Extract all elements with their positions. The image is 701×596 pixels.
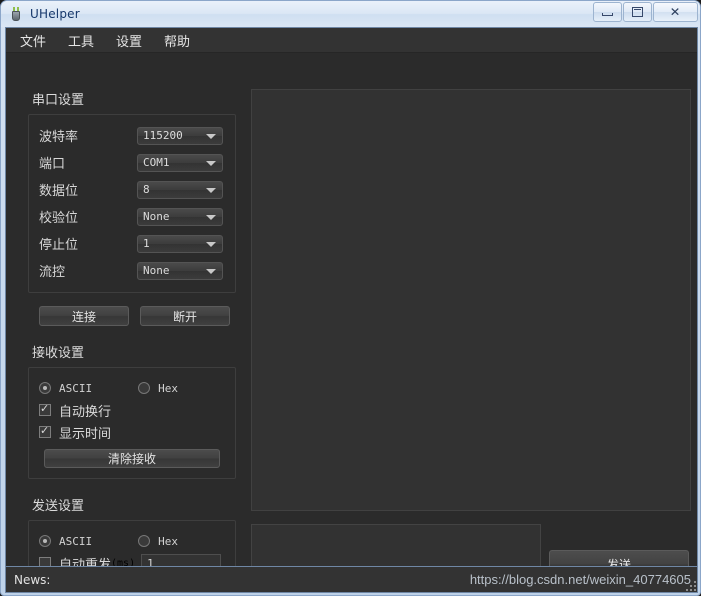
chevron-down-icon	[206, 268, 216, 274]
auto-wrap-label: 自动换行	[59, 404, 112, 420]
port-row: 端口 COM1	[39, 151, 225, 174]
serial-settings-title: 串口设置	[32, 93, 85, 108]
show-time-row: 显示时间	[39, 421, 225, 443]
databits-label: 数据位	[39, 184, 79, 199]
auto-resend-checkbox[interactable]	[39, 557, 51, 566]
auto-wrap-checkbox[interactable]	[39, 402, 51, 416]
parity-value: None	[143, 210, 170, 223]
send-textarea[interactable]	[251, 524, 541, 566]
receive-hex-label: Hex	[158, 381, 178, 395]
auto-resend-row: 自动重发 (ms) 1	[39, 552, 225, 567]
chevron-down-icon	[206, 241, 216, 247]
stopbits-row: 停止位 1	[39, 232, 225, 255]
receive-hex-radio[interactable]	[138, 382, 151, 394]
maximize-button[interactable]	[623, 2, 652, 22]
close-button[interactable]: ✕	[653, 2, 698, 22]
port-value: COM1	[143, 156, 170, 169]
minimize-button[interactable]	[593, 2, 622, 22]
menu-item-file[interactable]: 文件	[20, 31, 46, 50]
flowcontrol-label: 流控	[39, 265, 66, 280]
send-hex-label: Hex	[158, 534, 178, 548]
auto-resend-label: 自动重发	[59, 557, 112, 567]
menu-item-tools[interactable]: 工具	[68, 31, 94, 50]
chevron-down-icon	[206, 187, 216, 193]
window-title: UHelper	[30, 7, 80, 21]
receive-format-row: ASCII Hex	[39, 377, 225, 399]
send-button[interactable]: 发送	[549, 550, 689, 566]
connect-button[interactable]: 连接	[39, 306, 129, 326]
baudrate-row: 波特率 115200	[39, 124, 225, 147]
close-icon: ✕	[670, 5, 681, 19]
show-time-checkbox[interactable]	[39, 424, 51, 438]
flowcontrol-row: 流控 None	[39, 259, 225, 282]
send-hex-radio[interactable]	[138, 535, 151, 547]
receive-ascii-label: ASCII	[59, 381, 93, 395]
send-settings-group: ASCII Hex 自动重发 (ms) 1 清除发送	[28, 520, 236, 567]
menu-bar: 文件 工具 设置 帮助	[6, 28, 697, 53]
send-format-row: ASCII Hex	[39, 530, 225, 552]
stopbits-select[interactable]: 1	[137, 234, 223, 253]
connection-buttons: 连接 断开	[39, 306, 236, 326]
baudrate-label: 波特率	[39, 130, 79, 145]
serial-settings-group: 波特率 115200 端口 COM1 数据位 8 校验位 None 停止位 1 …	[28, 114, 236, 293]
chevron-down-icon	[206, 133, 216, 139]
menu-item-settings[interactable]: 设置	[116, 31, 142, 50]
databits-row: 数据位 8	[39, 178, 225, 201]
port-select[interactable]: COM1	[137, 153, 223, 172]
title-bar: UHelper ✕	[1, 1, 700, 27]
auto-resend-unit: (ms)	[111, 557, 136, 567]
send-ascii-label: ASCII	[59, 534, 93, 548]
send-ascii-radio[interactable]	[39, 535, 51, 547]
databits-value: 8	[143, 183, 150, 196]
menu-item-help[interactable]: 帮助	[164, 31, 190, 50]
send-settings-title: 发送设置	[32, 499, 85, 514]
databits-select[interactable]: 8	[137, 180, 223, 199]
receive-textarea[interactable]	[251, 89, 691, 511]
receive-settings-title: 接收设置	[32, 346, 85, 361]
panel-body: 串口设置 波特率 115200 端口 COM1 数据位 8 校验位 None 停…	[6, 53, 697, 566]
parity-label: 校验位	[39, 211, 79, 226]
resend-interval-input[interactable]: 1	[141, 553, 222, 566]
left-settings-column: 串口设置 波特率 115200 端口 COM1 数据位 8 校验位 None 停…	[28, 89, 236, 567]
clear-receive-button[interactable]: 清除接收	[44, 449, 220, 468]
maximize-icon	[632, 7, 643, 17]
parity-row: 校验位 None	[39, 205, 225, 228]
status-bar: News: https://blog.csdn.net/weixin_40774…	[5, 567, 698, 593]
stopbits-label: 停止位	[39, 238, 79, 253]
port-label: 端口	[39, 157, 66, 172]
receive-ascii-radio[interactable]	[39, 382, 51, 394]
news-label: News:	[14, 572, 51, 587]
disconnect-button[interactable]: 断开	[140, 306, 230, 326]
baudrate-value: 115200	[143, 129, 183, 142]
auto-wrap-row: 自动换行	[39, 399, 225, 421]
window-controls: ✕	[593, 2, 698, 22]
watermark-text: https://blog.csdn.net/weixin_40774605	[469, 572, 691, 587]
chevron-down-icon	[206, 214, 216, 220]
client-area: 文件 工具 设置 帮助 串口设置 波特率 115200 端口 COM1 数据位 …	[5, 27, 698, 567]
minimize-icon	[602, 13, 613, 16]
stopbits-value: 1	[143, 237, 150, 250]
usb-icon	[8, 6, 24, 22]
flowcontrol-value: None	[143, 264, 170, 277]
application-window: UHelper ✕ 文件 工具 设置 帮助 串口设置 波特率 115200 端口…	[0, 0, 701, 596]
baudrate-select[interactable]: 115200	[137, 126, 223, 145]
flowcontrol-select[interactable]: None	[137, 261, 223, 280]
parity-select[interactable]: None	[137, 207, 223, 226]
chevron-down-icon	[206, 160, 216, 166]
receive-settings-group: ASCII Hex 自动换行 显示时间 清除接收	[28, 367, 236, 479]
show-time-label: 显示时间	[59, 426, 112, 442]
resize-grip[interactable]	[686, 581, 698, 593]
